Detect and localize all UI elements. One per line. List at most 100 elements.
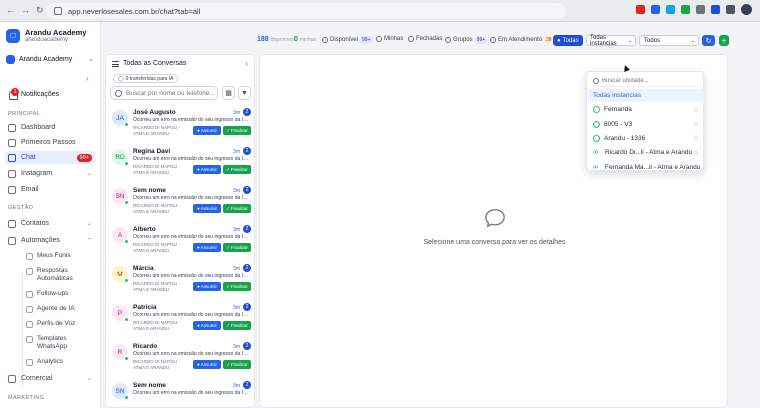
sidebar-item-chat[interactable]: Chat 99+ [5,151,95,164]
finalizar-button[interactable]: ✓ Finalizar [223,360,251,369]
forward-icon[interactable]: → [21,5,30,16]
subitem-analytics[interactable]: Analytics [26,358,96,366]
instances-select[interactable]: Todas instancias ⌄ [586,35,636,47]
finalizar-button[interactable]: ✓ Finalizar [223,204,251,213]
unread-count-badge: 2 [243,186,251,194]
account-name: Arandu Academy [19,55,73,63]
assumir-button[interactable]: ● Assumir [193,204,221,213]
contact-name: José Augusto [133,109,176,116]
conversation-item[interactable]: JA José Augusto 3m 2 Ocorreu um erro na emis… [106,106,254,145]
collapse-sidebar-icon[interactable]: ‹ [86,74,89,83]
filter-button[interactable]: ▼ [238,86,251,100]
back-icon[interactable]: ← [6,5,15,16]
conversation-search[interactable] [110,86,218,100]
subitem-templates-whatsapp[interactable]: Templates WhatsApp [26,335,96,351]
refresh-button[interactable]: ↻ [702,35,715,46]
templates-button[interactable]: ▦ [222,86,235,100]
star-icon[interactable]: ☆ [693,134,699,142]
sidebar-item-dashboard[interactable]: Dashboard [5,121,95,134]
subitem-perfis-voz[interactable]: Perfis de Voz [26,320,96,328]
dropdown-option[interactable]: Fernanda ☆ [588,103,704,116]
dropdown-option[interactable]: Arandu - 1336 ☆ [588,132,704,145]
tab-badge: 99+ [474,36,488,44]
finalizar-button[interactable]: ✓ Finalizar [223,126,251,135]
online-indicator [124,356,129,361]
finalizar-button[interactable]: ✓ Finalizar [223,282,251,291]
assumir-button[interactable]: ● Assumir [193,321,221,330]
sidebar-item-primeiros-passos[interactable]: Primeiros Passos [5,136,95,149]
tab-em-atendimento[interactable]: Em Atendimento 38 [490,36,554,44]
dropdown-search[interactable] [591,75,701,87]
subitem-respostas-automaticas[interactable]: Respostas Automáticas [26,267,96,283]
conversation-item[interactable]: A Alberto 3m 2 Ocorreu um erro na emissão do… [106,223,254,262]
star-icon[interactable]: ☆ [693,106,699,114]
add-button[interactable]: + [719,35,729,46]
sidebar-item-instagram[interactable]: Instagram ⌄ [5,167,95,180]
sidebar-item-label: Email [21,186,39,193]
collapse-panel-icon[interactable]: ‹ [245,59,248,68]
puzzle-icon[interactable] [726,5,735,14]
finalizar-label: Finalizar [230,245,248,250]
sidebar-item-label: Contatos [21,220,50,227]
conversation-item[interactable]: P Patrícia 3m 2 Ocorreu um erro na emissão d… [106,301,254,340]
search-input[interactable] [126,89,214,97]
check-icon: ✓ [226,166,230,172]
finalizar-button[interactable]: ✓ Finalizar [223,321,251,330]
dropdown-option[interactable]: ∞ Fernanda Ma...li - Atma e Arandu ☆ [588,161,704,174]
sidebar-item-automacoes[interactable]: Automações ⌃ [5,234,95,247]
assumir-button[interactable]: ● Assumir [193,243,221,252]
followup-icon [26,291,33,298]
brand-name: Arandu Academy [25,28,87,37]
tab-fechadas[interactable]: Fechadas [408,36,442,42]
contact-name: Sem nome [133,382,166,389]
chevron-down-icon: ⌄ [86,221,92,227]
tab-grupos[interactable]: Grupos 99+ [445,36,488,44]
extension-icon[interactable] [651,5,660,14]
brand: □ Arandu Academy aranduacademy [6,28,86,43]
subitem-agente-ia[interactable]: Agente de IA [26,305,96,313]
dropdown-option[interactable]: 8005 - V3 ☆ [588,118,704,131]
instance-tag: RICARDO DI NAPOLI - ATMA E ARANDU [133,125,181,136]
unread-count-badge: 2 [243,264,251,272]
subitem-follow-ups[interactable]: Follow-ups [26,290,96,298]
assumir-button[interactable]: ● Assumir [193,165,221,174]
conversation-item[interactable]: R Ricardo 3m 2 Ocorreu um erro na emissão do… [106,340,254,379]
address-bar[interactable]: app.neverlosesales.com.br/chat?tab=all [46,3,566,19]
site-info-icon[interactable] [54,7,62,15]
extension-icon[interactable] [636,5,645,14]
finalizar-button[interactable]: ✓ Finalizar [223,165,251,174]
dropdown-option[interactable]: ∞ Ricardo Di...li - Atma e Arandu ☆ [588,146,704,159]
extension-icon[interactable] [666,5,675,14]
reload-icon[interactable]: ↻ [36,5,44,16]
account-switcher[interactable]: Arandu Academy ⌄ [6,52,94,66]
assumir-button[interactable]: ● Assumir [193,126,221,135]
dropdown-option[interactable]: Todas instancias [588,89,704,102]
conversation-item[interactable]: SN Sem nome 3m 2 Ocorreu um erro na emissão … [106,379,254,407]
unit-search-input[interactable] [602,77,697,84]
online-indicator [124,278,129,283]
star-icon[interactable]: ☆ [693,120,699,128]
star-icon[interactable]: ☆ [693,163,699,171]
profile-avatar[interactable] [741,4,752,15]
filter-select[interactable]: Todos ⌄ [639,35,699,46]
tab-todas[interactable]: ● Todas [553,35,583,46]
conversation-item[interactable]: RD Regina Davi 3m 2 Ocorreu um erro na emiss… [106,145,254,184]
subitem-meus-funis[interactable]: Meus Funis [26,252,96,260]
conversation-item[interactable]: SN Sem nome 3m 2 Ocorreu um erro na emissão … [106,184,254,223]
assumir-button[interactable]: ● Assumir [193,282,221,291]
tab-disponivel[interactable]: Disponível 99+ [322,36,373,44]
tab-minhas[interactable]: Minhas [376,36,403,42]
brand-handle: aranduacademy [25,37,69,43]
extension-icon[interactable] [711,5,720,14]
transfer-chip[interactable]: ◯ 0 transferidas para IA [113,74,179,83]
finalizar-button[interactable]: ✓ Finalizar [223,243,251,252]
tab-label: Fechadas [416,36,443,42]
extension-icon[interactable] [681,5,690,14]
sidebar-item-email[interactable]: Email [5,183,95,196]
sidebar-item-comercial[interactable]: Comercial ⌄ [5,372,95,385]
sidebar-item-contatos[interactable]: Contatos ⌄ [5,217,95,230]
extension-icon[interactable] [696,5,705,14]
assumir-button[interactable]: ● Assumir [193,360,221,369]
conversation-item[interactable]: M Márcia 3m 2 Ocorreu um erro na emissão do … [106,262,254,301]
star-icon[interactable]: ☆ [693,149,699,157]
